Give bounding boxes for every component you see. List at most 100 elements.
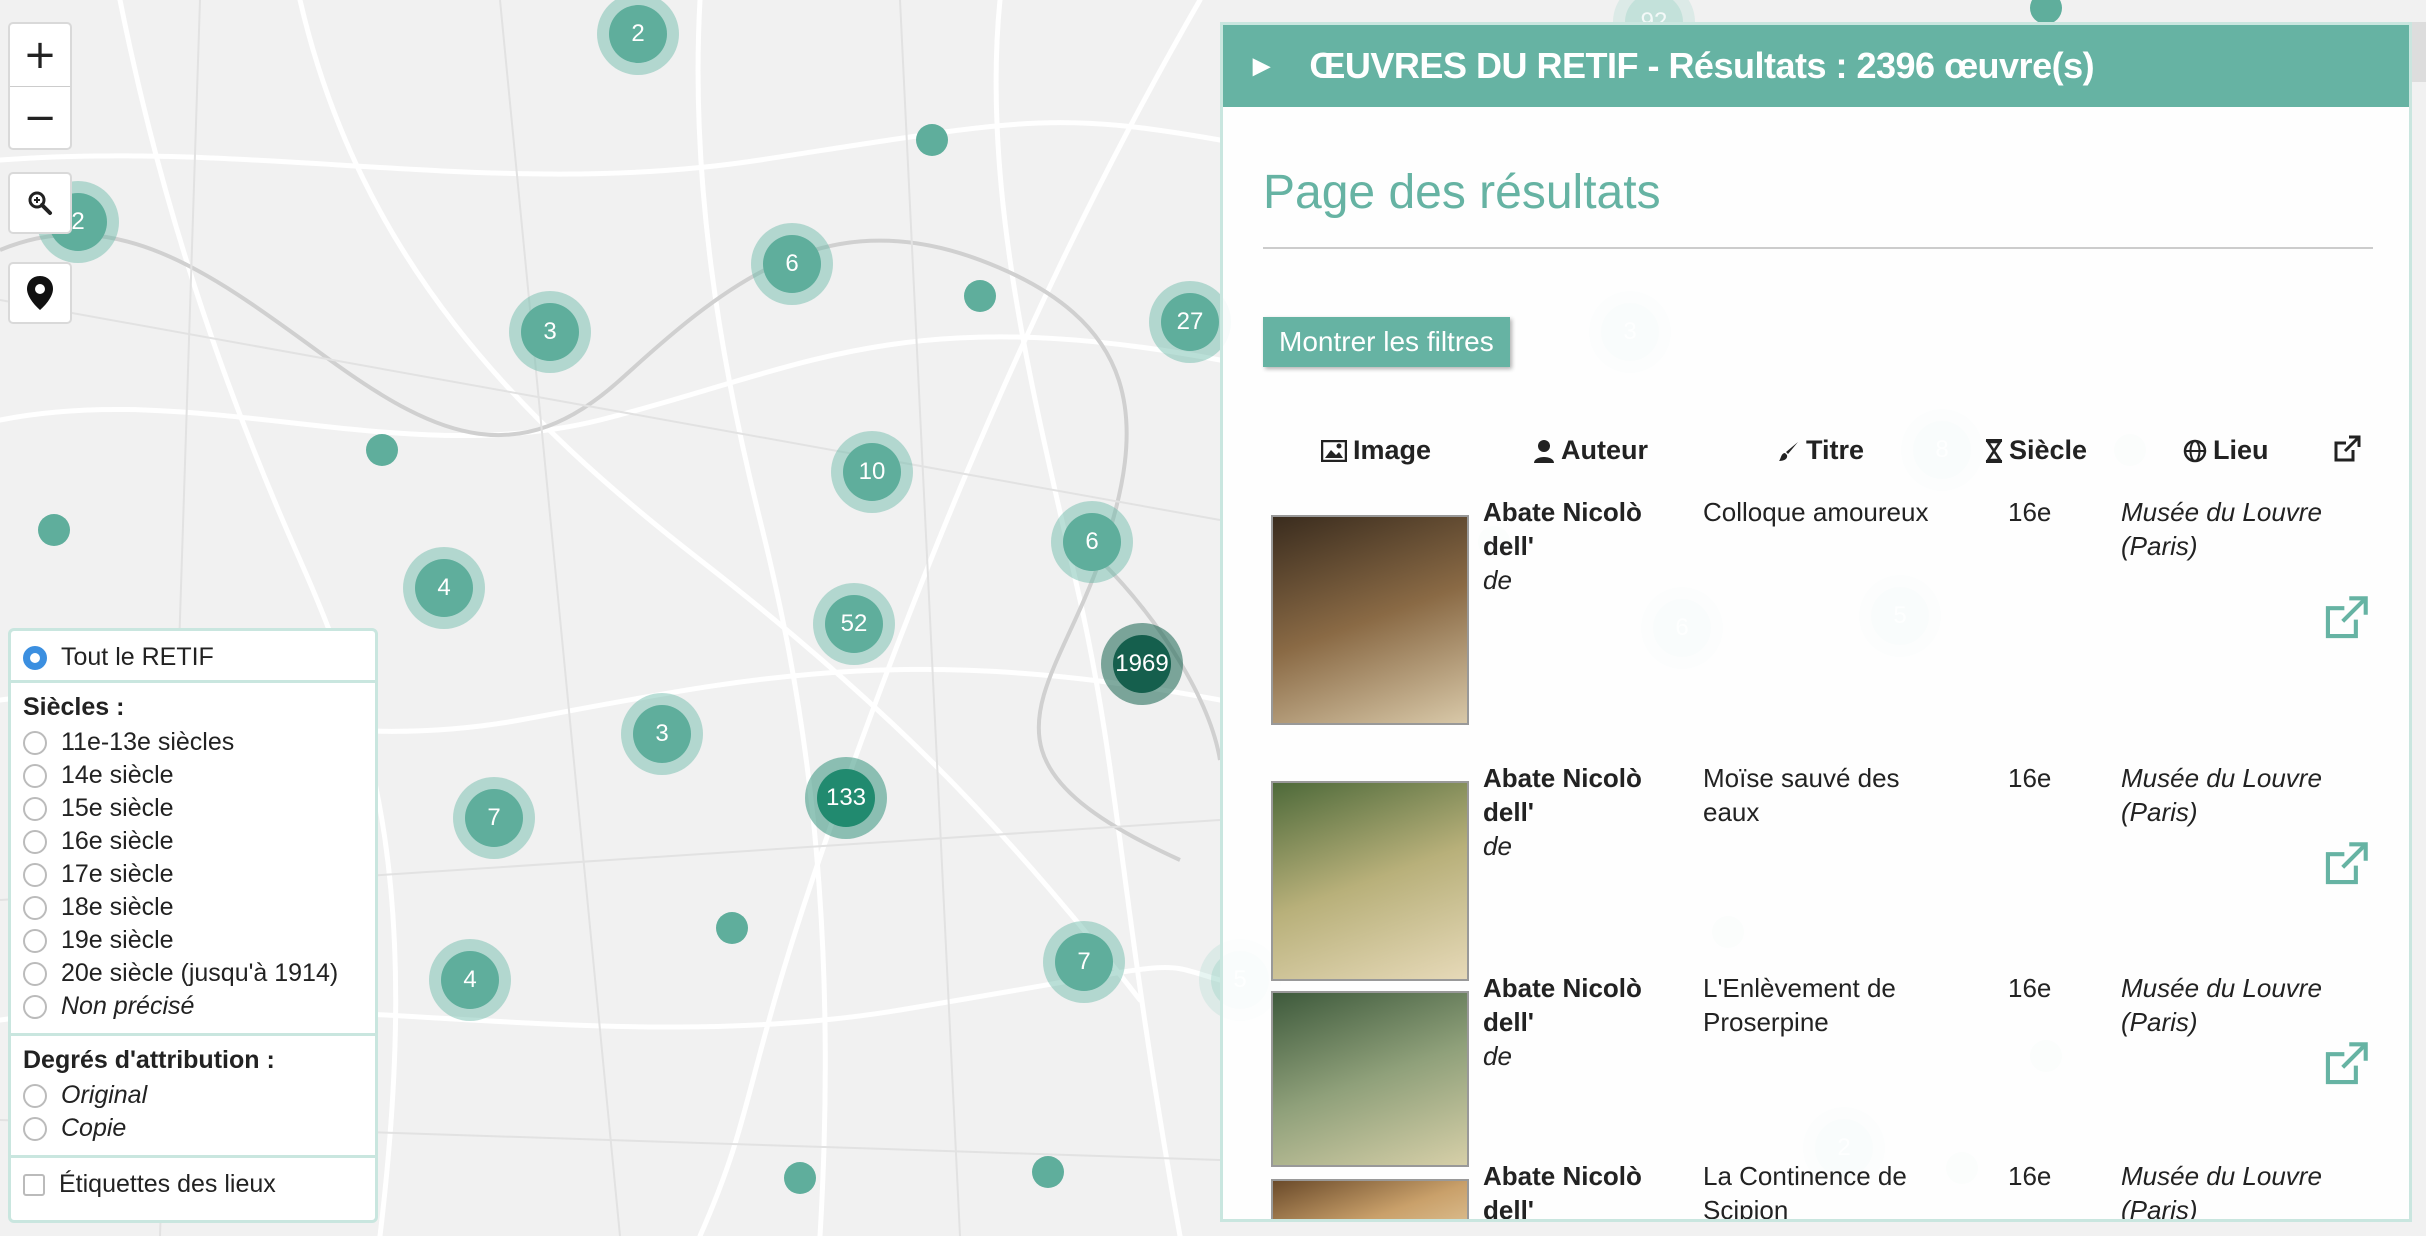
- radio-button[interactable]: [23, 1083, 47, 1108]
- filter-option[interactable]: 20e siècle (jusqu'à 1914): [23, 957, 363, 990]
- column-image[interactable]: Image: [1321, 435, 1431, 466]
- external-link-icon[interactable]: [2323, 841, 2369, 887]
- radio-button[interactable]: [23, 730, 47, 755]
- column-external: [2333, 435, 2367, 463]
- map-cluster[interactable]: 7: [1043, 921, 1125, 1003]
- cluster-count: 3: [521, 303, 579, 361]
- zoom-out-button[interactable]: −: [10, 87, 70, 149]
- filter-option[interactable]: Non précisé: [23, 990, 363, 1023]
- option-label: Tout le RETIF: [61, 643, 214, 671]
- radio-selected[interactable]: [23, 645, 47, 670]
- column-century[interactable]: Siècle: [1985, 435, 2087, 466]
- filter-legend: Tout le RETIF Siècles : 11e-13e siècles 1…: [8, 628, 378, 1223]
- map-cluster[interactable]: 4: [403, 547, 485, 629]
- map-cluster[interactable]: 52: [813, 583, 895, 665]
- column-title[interactable]: Titre: [1778, 435, 1864, 466]
- option-label: 18e siècle: [61, 893, 174, 921]
- filter-option[interactable]: Copie: [23, 1112, 363, 1145]
- option-label: Original: [61, 1081, 148, 1109]
- radio-button[interactable]: [23, 961, 47, 986]
- radio-button[interactable]: [23, 862, 47, 887]
- filter-option[interactable]: Original: [23, 1079, 363, 1112]
- map-cluster[interactable]: 10: [831, 431, 913, 513]
- legend-attribution-section: Degrés d'attribution : Original Copie: [11, 1036, 375, 1158]
- filter-option[interactable]: 14e siècle: [23, 759, 363, 792]
- option-label: 16e siècle: [61, 827, 174, 855]
- radio-button[interactable]: [23, 796, 47, 821]
- map-cluster[interactable]: 4: [429, 939, 511, 1021]
- filter-option[interactable]: 18e siècle: [23, 891, 363, 924]
- external-link-icon: [2334, 435, 2361, 462]
- column-place[interactable]: Lieu: [2183, 435, 2269, 466]
- cluster-count: 4: [415, 559, 473, 617]
- map-cluster[interactable]: 6: [751, 223, 833, 305]
- checkbox[interactable]: [23, 1173, 45, 1196]
- author-particle: de: [1483, 831, 1512, 861]
- author-name: Abate Nicolò dell': [1483, 497, 1642, 561]
- column-author[interactable]: Auteur: [1533, 435, 1648, 466]
- cluster-count: 4: [441, 951, 499, 1009]
- image-icon: [1321, 439, 1347, 462]
- show-filters-button[interactable]: Montrer les filtres: [1263, 317, 1510, 367]
- map-marker[interactable]: [366, 434, 398, 466]
- cluster-count: 6: [1063, 513, 1121, 571]
- map-marker[interactable]: [964, 280, 996, 312]
- hourglass-icon: [1985, 438, 2003, 463]
- globe-icon: [2183, 439, 2207, 462]
- radio-button[interactable]: [23, 994, 47, 1019]
- filter-option[interactable]: 11e-13e siècles: [23, 726, 363, 759]
- scrollbar[interactable]: [2412, 22, 2426, 82]
- map-marker[interactable]: [38, 514, 70, 546]
- cluster-count: 2: [609, 5, 667, 63]
- option-label: 11e-13e siècles: [61, 728, 235, 756]
- external-link-icon[interactable]: [2323, 595, 2369, 641]
- artwork-thumbnail[interactable]: [1271, 515, 1469, 725]
- filter-option[interactable]: 17e siècle: [23, 858, 363, 891]
- locate-button[interactable]: [8, 262, 72, 324]
- author-particle: de: [1483, 1041, 1512, 1071]
- map-cluster[interactable]: 3: [509, 291, 591, 373]
- external-link-icon[interactable]: [2323, 1041, 2369, 1087]
- cell-author: Abate Nicolò dell'de: [1483, 1159, 1698, 1219]
- filter-option[interactable]: 16e siècle: [23, 825, 363, 858]
- radio-button[interactable]: [23, 1116, 47, 1141]
- panel-header[interactable]: ▶ ŒUVRES DU RETIF - Résultats : 2396 œuv…: [1223, 25, 2409, 107]
- column-label: Siècle: [2009, 435, 2088, 465]
- cluster-count: 52: [825, 595, 883, 653]
- map-cluster[interactable]: 7: [453, 777, 535, 859]
- option-tout-le-retif[interactable]: Tout le RETIF: [23, 641, 363, 674]
- author-name: Abate Nicolò dell': [1483, 973, 1642, 1037]
- results-panel: ▶ ŒUVRES DU RETIF - Résultats : 2396 œuv…: [1220, 22, 2412, 1222]
- radio-button[interactable]: [23, 895, 47, 920]
- zoom-area-button[interactable]: [8, 172, 72, 234]
- map-cluster[interactable]: 133: [805, 757, 887, 839]
- map-marker[interactable]: [1032, 1156, 1064, 1188]
- filter-option[interactable]: 15e siècle: [23, 792, 363, 825]
- cell-place: Musée du Louvre (Paris): [2121, 497, 2322, 561]
- column-label: Titre: [1806, 435, 1865, 465]
- user-icon: [1534, 439, 1554, 463]
- cell-century: 16e: [2008, 973, 2052, 1003]
- artwork-thumbnail[interactable]: [1271, 1179, 1469, 1219]
- map-cluster[interactable]: 27: [1149, 281, 1231, 363]
- option-place-labels[interactable]: Étiquettes des lieux: [23, 1168, 363, 1201]
- map-cluster[interactable]: 1969: [1101, 623, 1183, 705]
- map-marker[interactable]: [916, 124, 948, 156]
- radio-button[interactable]: [23, 928, 47, 953]
- filter-option[interactable]: 19e siècle: [23, 924, 363, 957]
- column-label: Lieu: [2213, 435, 2269, 465]
- artwork-thumbnail[interactable]: [1271, 991, 1469, 1167]
- map-cluster[interactable]: 3: [621, 693, 703, 775]
- cell-place: Musée du Louvre (Paris): [2121, 763, 2322, 827]
- cell-century: 16e: [2008, 497, 2052, 527]
- radio-button[interactable]: [23, 763, 47, 788]
- cell-title: L'Enlèvement de Proserpine: [1703, 973, 1896, 1037]
- map-cluster[interactable]: 6: [1051, 501, 1133, 583]
- artwork-thumbnail[interactable]: [1271, 781, 1469, 981]
- radio-button[interactable]: [23, 829, 47, 854]
- map-marker[interactable]: [716, 912, 748, 944]
- collapse-arrow-icon[interactable]: ▶: [1253, 53, 1270, 79]
- map-marker[interactable]: [784, 1162, 816, 1194]
- cluster-count: 133: [817, 769, 875, 827]
- zoom-in-button[interactable]: +: [10, 24, 70, 87]
